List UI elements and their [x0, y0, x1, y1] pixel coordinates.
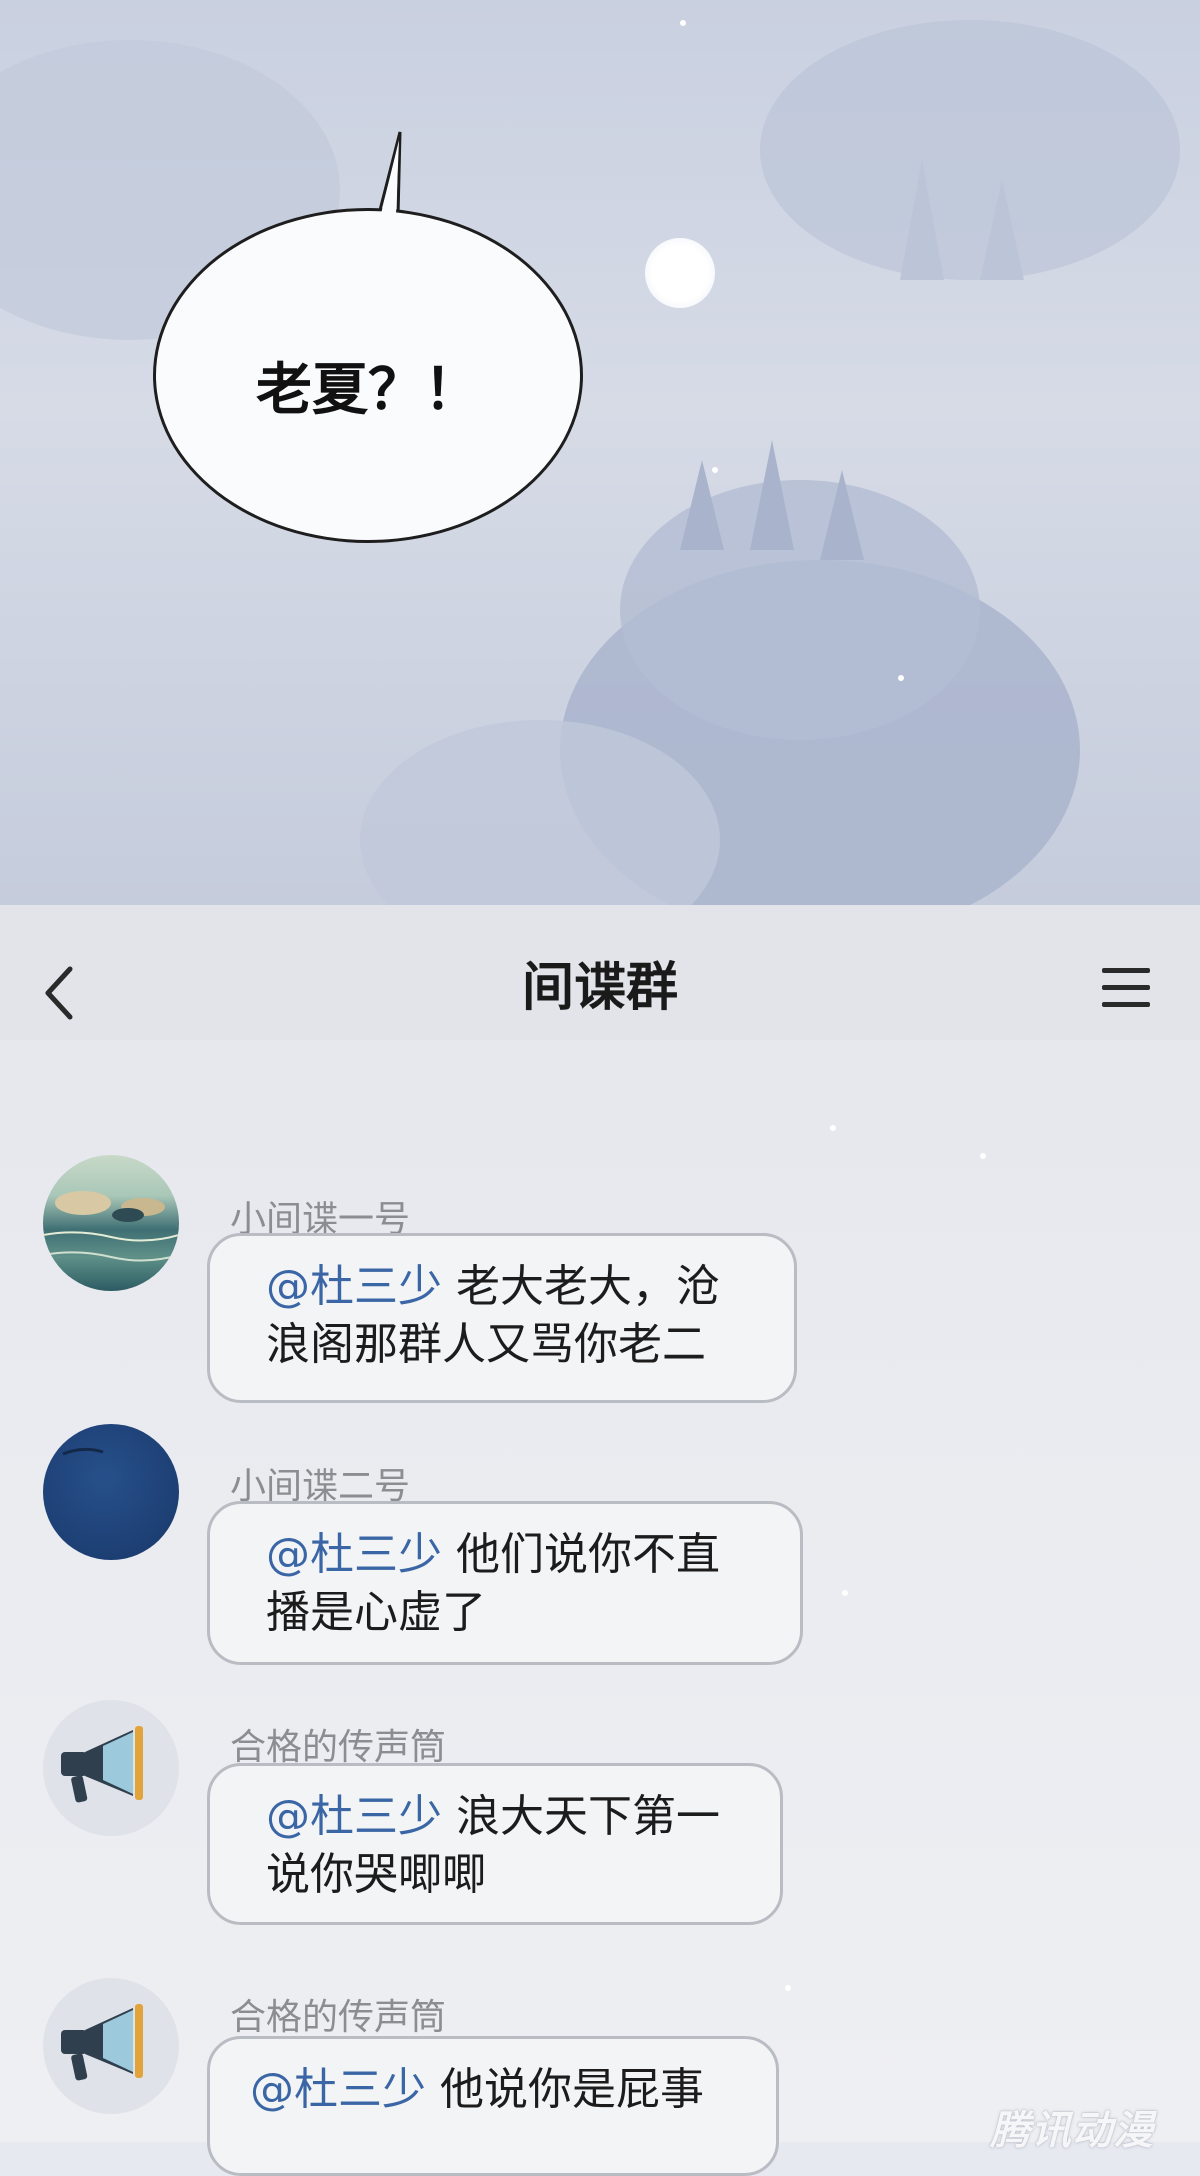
message-line: @杜三少 他们说你不直: [266, 1526, 760, 1584]
message-text: 说你哭唧唧: [266, 1849, 486, 1900]
message-text: 他说你是屁事: [440, 2064, 704, 2115]
message-text: 浪大天下第一: [456, 1791, 720, 1842]
chat-screen: 间谍群 小间谍一号 @杜三少 老大老大，沧 浪阁那群人又骂你老二 小间谍二号 @…: [0, 905, 1200, 2176]
message-bubble[interactable]: @杜三少 他们说你不直 播是心虚了: [207, 1501, 803, 1665]
message-text: 他们说你不直: [456, 1529, 720, 1580]
speech-bubble-text: 老夏？！: [256, 358, 480, 423]
mention-link[interactable]: @杜三少: [266, 1791, 442, 1842]
message-text: 老大老大，沧: [456, 1261, 720, 1312]
snow-speck: [830, 1125, 836, 1131]
watermark-logo: 腾讯动漫: [990, 2108, 1154, 2154]
mention-link[interactable]: @杜三少: [250, 2064, 426, 2115]
mention-link[interactable]: @杜三少: [266, 1261, 442, 1312]
blue-circle-avatar[interactable]: [43, 1424, 179, 1560]
megaphone-avatar[interactable]: [43, 1978, 179, 2114]
speech-bubble-tail-cover: [381, 140, 399, 214]
snow-speck: [980, 1153, 986, 1159]
message-bubble[interactable]: @杜三少 老大老大，沧 浪阁那群人又骂你老二: [207, 1233, 797, 1403]
message-bubble[interactable]: @杜三少 他说你是屁事: [207, 2036, 779, 2176]
ocean-rocks-avatar[interactable]: [43, 1155, 179, 1291]
megaphone-avatar[interactable]: [43, 1700, 179, 1836]
message-line: @杜三少 他说你是屁事: [250, 2061, 736, 2119]
message-line: @杜三少 老大老大，沧: [266, 1258, 754, 1316]
chat-title: 间谍群: [521, 958, 678, 1018]
message-bubble[interactable]: @杜三少 浪大天下第一 说你哭唧唧: [207, 1763, 783, 1925]
mention-link[interactable]: @杜三少: [266, 1529, 442, 1580]
comic-panel: 老夏？！: [0, 0, 1200, 905]
chat-header: 间谍群: [0, 905, 1200, 1040]
message-text: 浪阁那群人又骂你老二: [266, 1319, 706, 1370]
snow-speck: [785, 1985, 791, 1991]
menu-icon[interactable]: [1102, 968, 1150, 1012]
snow-speck: [842, 1590, 848, 1596]
sender-name: 合格的传声筒: [230, 1997, 447, 2038]
message-text: 播是心虚了: [266, 1587, 486, 1638]
message-line: @杜三少 浪大天下第一: [266, 1788, 740, 1846]
